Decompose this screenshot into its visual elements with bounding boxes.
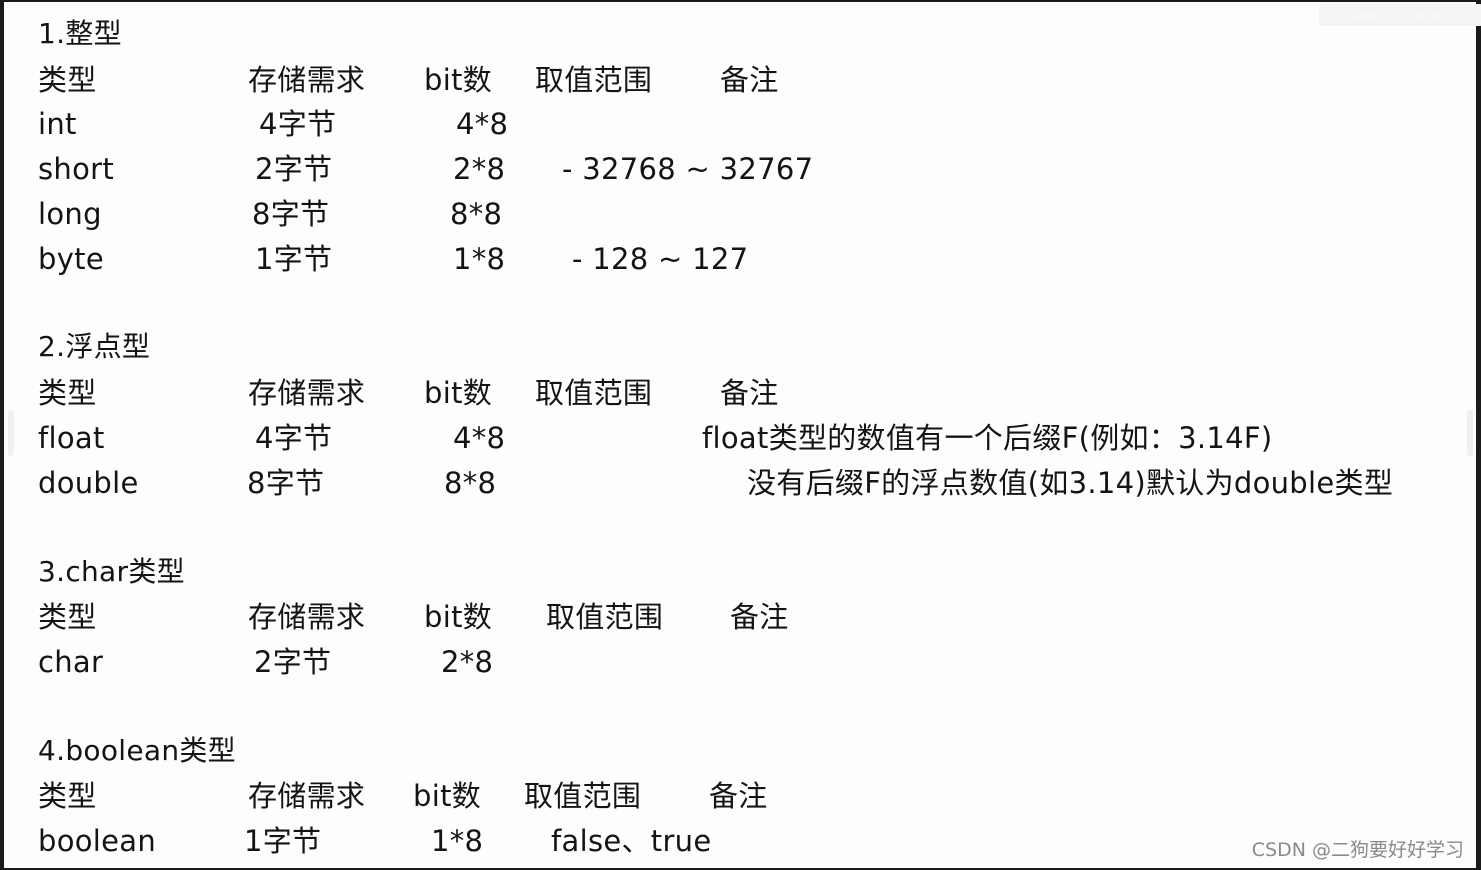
cell-storage: 4字节 [255,421,333,455]
cell-type: char [38,645,104,679]
header-storage: 存储需求 [248,600,366,634]
header-note: 备注 [709,779,768,813]
header-storage: 存储需求 [248,376,366,410]
cell-storage: 4字节 [259,107,337,141]
image-toolbar: ☐ Caption Original ••• [1319,4,1481,26]
header-bits: bit数 [424,376,493,410]
header-note: 备注 [720,376,779,410]
cell-note: float类型的数值有一个后缀F(例如：3.14F) [702,421,1273,455]
cell-storage: 2字节 [254,645,332,679]
watermark: CSDN @二狗要好好学习 [1251,839,1464,861]
cell-bits: 2*8 [453,152,506,186]
header-bits: bit数 [424,63,493,97]
section-title-char: 3.char类型 [38,555,185,588]
section-title-boolean: 4.boolean类型 [38,734,236,767]
cell-storage: 8字节 [247,466,325,500]
original-button[interactable]: Original [1397,9,1440,22]
cell-type: double [38,466,139,500]
cell-type: short [38,152,115,186]
cell-bits: 2*8 [441,645,494,679]
more-icon[interactable]: ••• [1450,9,1469,22]
cell-bits: 8*8 [444,466,497,500]
cell-type: float [38,421,105,455]
right-nav-handle[interactable] [1467,410,1473,456]
header-type: 类型 [38,63,97,97]
left-nav-handle[interactable] [8,410,14,456]
cell-range: - 32768 ~ 32767 [562,152,814,186]
header-note: 备注 [730,600,789,634]
cell-type: int [38,107,77,141]
cell-type: byte [38,242,104,276]
cell-storage: 2字节 [255,152,333,186]
cell-bits: 1*8 [431,824,484,858]
header-range: 取值范围 [524,779,642,813]
cell-note: 没有后缀F的浮点数值(如3.14)默认为double类型 [747,466,1394,500]
cell-range: - 128 ~ 127 [572,242,749,276]
section-title-integer: 1.整型 [38,17,122,50]
header-note: 备注 [720,63,779,97]
cell-storage: 1字节 [244,824,322,858]
cell-type: boolean [38,824,157,858]
section-title-float: 2.浮点型 [38,330,151,363]
header-storage: 存储需求 [248,779,366,813]
comment-icon[interactable]: ☐ [1325,9,1335,22]
header-type: 类型 [38,779,97,813]
cell-bits: 4*8 [456,107,509,141]
cell-bits: 8*8 [450,197,503,231]
header-type: 类型 [38,600,97,634]
header-bits: bit数 [413,779,482,813]
cell-range: false、true [551,824,712,858]
caption-button[interactable]: Caption [1345,9,1387,22]
cell-type: long [38,197,102,231]
header-bits: bit数 [424,600,493,634]
header-range: 取值范围 [546,600,664,634]
header-type: 类型 [38,376,97,410]
cell-bits: 4*8 [453,421,506,455]
cell-storage: 1字节 [255,242,333,276]
document-image: 1.整型 类型 存储需求 bit数 取值范围 备注 int 4字节 4*8 sh… [4,2,1481,868]
header-range: 取值范围 [535,63,653,97]
cell-bits: 1*8 [453,242,506,276]
cell-storage: 8字节 [252,197,330,231]
header-range: 取值范围 [535,376,653,410]
header-storage: 存储需求 [248,63,366,97]
